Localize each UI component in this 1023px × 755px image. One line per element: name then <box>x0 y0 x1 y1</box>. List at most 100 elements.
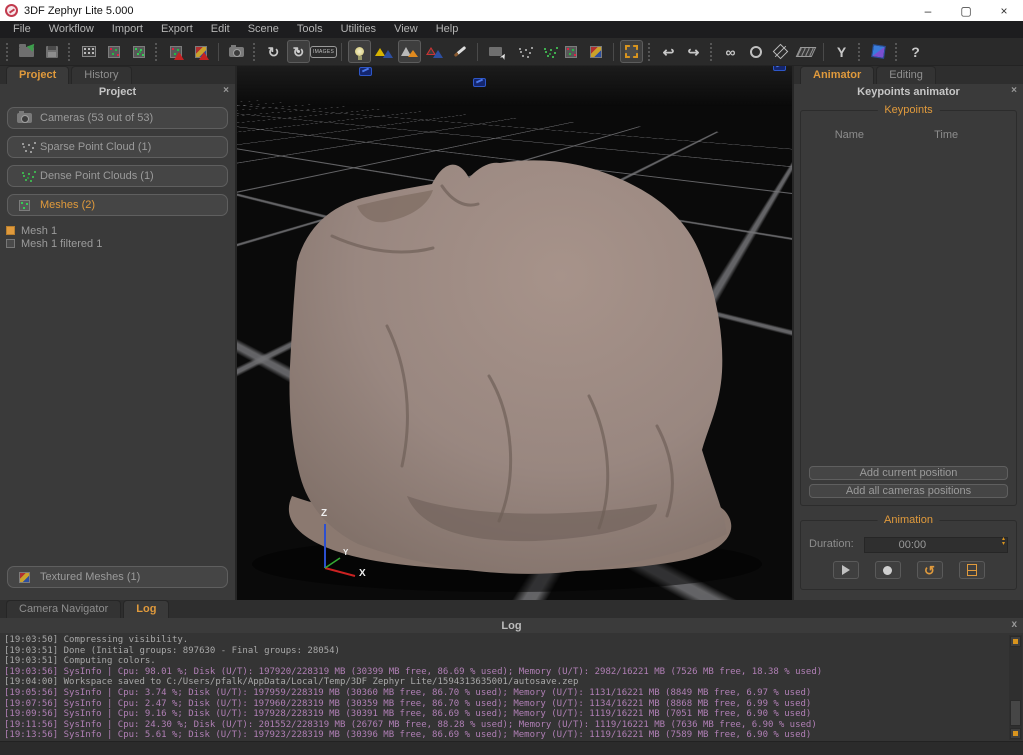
title-bar: 3DF Zephyr Lite 5.000 – ▢ × <box>0 0 1023 21</box>
cameras-icon <box>16 113 32 123</box>
textured-mesh-button[interactable] <box>189 40 212 63</box>
log-panel-close-icon[interactable]: x <box>1011 619 1017 630</box>
menu-tools[interactable]: Tools <box>288 21 332 38</box>
mesh-list-item[interactable]: Mesh 1 <box>6 224 229 237</box>
lasso-selection-button[interactable]: ∞ <box>719 40 742 63</box>
log-line: [19:03:56] SysInfo | Cpu: 98.01 %; Disk … <box>4 667 1005 678</box>
dense-cloud-icon <box>16 175 32 177</box>
project-panel-title: Project × <box>0 84 235 100</box>
menu-workflow[interactable]: Workflow <box>40 21 103 38</box>
lighting-button[interactable] <box>348 40 371 63</box>
duration-input[interactable] <box>864 537 1008 553</box>
menu-help[interactable]: Help <box>427 21 468 38</box>
rect-selection-button[interactable] <box>620 40 643 63</box>
new-project-wizard-button[interactable] <box>77 40 100 63</box>
scroll-thumb[interactable] <box>1010 700 1021 726</box>
scene-camera-icon[interactable] <box>359 67 372 76</box>
axis-gizmo: Z Y X <box>297 506 417 596</box>
rotate-icon: ↻ <box>268 45 280 59</box>
scene-camera-icon[interactable] <box>473 78 486 87</box>
window-title: 3DF Zephyr Lite 5.000 <box>24 5 133 17</box>
dense-points-visibility-button[interactable] <box>534 40 557 63</box>
scroll-down-button[interactable] <box>1010 728 1021 739</box>
menu-scene[interactable]: Scene <box>239 21 288 38</box>
mesh-extraction-button[interactable] <box>164 40 187 63</box>
undo-button[interactable]: ↩ <box>657 40 680 63</box>
tab-log[interactable]: Log <box>123 600 169 618</box>
mesh-list-item[interactable]: Mesh 1 filtered 1 <box>6 237 229 250</box>
rotate-around-point-button[interactable]: ↻ <box>287 40 310 63</box>
rotate-view-button[interactable]: ↻ <box>262 40 285 63</box>
column-time: Time <box>898 129 995 141</box>
record-button[interactable] <box>875 561 901 579</box>
tab-camera-navigator[interactable]: Camera Navigator <box>6 600 121 618</box>
tab-history[interactable]: History <box>71 66 131 84</box>
keypoints-list[interactable] <box>801 145 1016 462</box>
mesh-extract-icon <box>170 46 182 58</box>
mesh-1-checkbox[interactable] <box>6 226 15 235</box>
circle-selection-button[interactable] <box>744 40 767 63</box>
minimize-button[interactable]: – <box>909 0 947 21</box>
camera-selection-button[interactable] <box>484 40 507 63</box>
duration-spinner[interactable]: ▴▾ <box>1002 537 1005 547</box>
meshes-button[interactable]: Meshes (2) <box>7 194 228 216</box>
loop-button[interactable]: ↺ <box>917 561 943 579</box>
log-output[interactable]: [19:03:50] Compressing visibility. [19:0… <box>0 633 1023 741</box>
dense-point-clouds-button[interactable]: Dense Point Clouds (1) <box>7 165 228 187</box>
settings-button[interactable]: Y <box>830 40 853 63</box>
scroll-up-button[interactable] <box>1010 636 1021 647</box>
zephyr-tools-button[interactable] <box>867 40 890 63</box>
export-video-button[interactable] <box>959 561 985 579</box>
mesh-1-filtered-checkbox[interactable] <box>6 239 15 248</box>
sparse-points-visibility-button[interactable] <box>509 40 532 63</box>
save-project-button[interactable] <box>40 40 63 63</box>
sparse-cube-icon <box>108 46 120 58</box>
textured-visibility-button[interactable] <box>584 40 607 63</box>
cameras-button[interactable]: Cameras (53 out of 53) <box>7 107 228 129</box>
zephyr-cube-icon <box>871 44 886 59</box>
wireframe-render-button[interactable] <box>423 40 446 63</box>
dense-cloud-wizard-button[interactable] <box>127 40 150 63</box>
shaded-render-button[interactable] <box>398 40 421 63</box>
project-panel-close-icon[interactable]: × <box>223 85 229 96</box>
tab-project[interactable]: Project <box>6 66 69 84</box>
play-button[interactable] <box>833 561 859 579</box>
textured-meshes-button[interactable]: Textured Meshes (1) <box>7 566 228 588</box>
render-viewport[interactable]: Z Y X <box>237 66 792 600</box>
selection-rectangle-icon <box>625 45 638 58</box>
log-scrollbar[interactable] <box>1009 635 1022 740</box>
undo-icon: ↩ <box>663 45 675 59</box>
paint-button[interactable] <box>448 40 471 63</box>
tab-editing[interactable]: Editing <box>876 66 936 84</box>
open-folder-icon <box>19 47 34 57</box>
menu-import[interactable]: Import <box>103 21 152 38</box>
gizmo-button[interactable] <box>769 40 792 63</box>
app-logo-icon <box>5 4 18 17</box>
toolbar-separator <box>155 43 159 61</box>
animator-panel-close-icon[interactable]: × <box>1011 85 1017 96</box>
mesh-visibility-button[interactable] <box>559 40 582 63</box>
add-current-position-button[interactable]: Add current position <box>809 466 1008 480</box>
colored-render-button[interactable] <box>373 40 396 63</box>
rotate-point-icon: ↻ <box>293 45 305 59</box>
close-button[interactable]: × <box>985 0 1023 21</box>
add-all-cameras-positions-button[interactable]: Add all cameras positions <box>809 484 1008 498</box>
show-images-button[interactable]: IMAGES <box>312 40 335 63</box>
open-project-button[interactable] <box>15 40 38 63</box>
menu-utilities[interactable]: Utilities <box>332 21 385 38</box>
tab-animator[interactable]: Animator <box>800 66 874 84</box>
menu-bar: File Workflow Import Export Edit Scene T… <box>0 21 1023 38</box>
menu-view[interactable]: View <box>385 21 427 38</box>
sparse-cloud-wizard-button[interactable] <box>102 40 125 63</box>
help-button[interactable]: ? <box>904 40 927 63</box>
menu-export[interactable]: Export <box>152 21 202 38</box>
maximize-button[interactable]: ▢ <box>947 0 985 21</box>
redo-button[interactable]: ↪ <box>682 40 705 63</box>
scene-camera-icon[interactable] <box>773 66 786 71</box>
menu-edit[interactable]: Edit <box>202 21 239 38</box>
menu-file[interactable]: File <box>4 21 40 38</box>
sparse-point-cloud-button[interactable]: Sparse Point Cloud (1) <box>7 136 228 158</box>
measure-button[interactable] <box>794 40 817 63</box>
animator-panel-title: Keypoints animator × <box>794 84 1023 100</box>
screenshot-button[interactable] <box>225 40 248 63</box>
